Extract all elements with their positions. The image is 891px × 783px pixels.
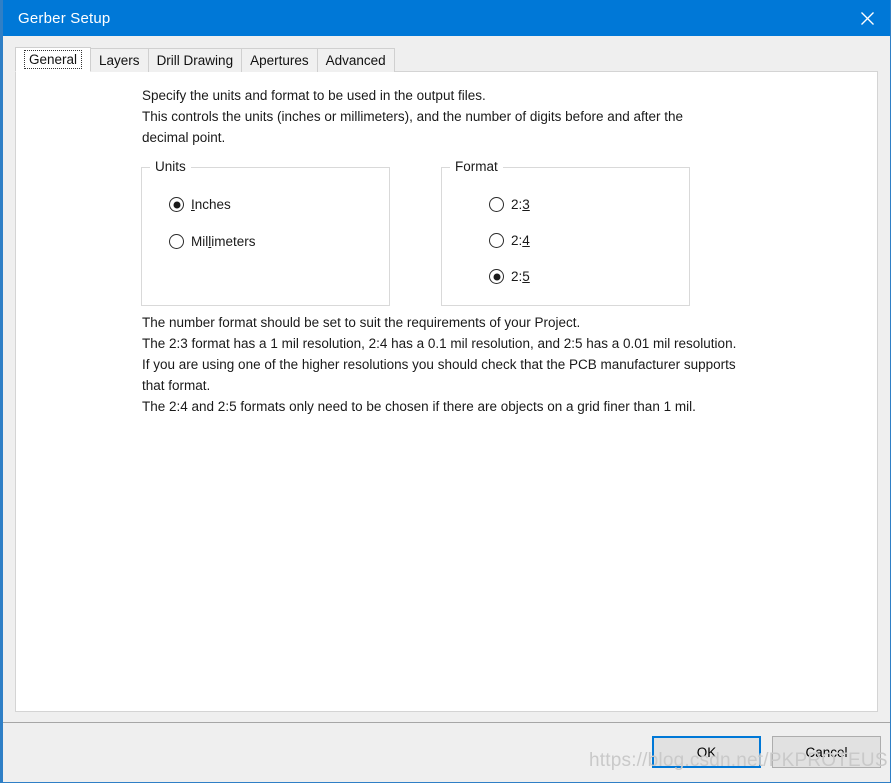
radio-label: Millimeters <box>191 234 256 249</box>
tab-advanced[interactable]: Advanced <box>316 48 395 72</box>
radio-label: Inches <box>191 197 231 212</box>
radio-units-millimeters[interactable]: Millimeters <box>169 234 256 249</box>
tab-drill-drawing[interactable]: Drill Drawing <box>147 48 243 72</box>
tab-label: General <box>24 50 83 69</box>
tab-label: Advanced <box>325 53 386 68</box>
format-groupbox: Format 2:3 2:4 2:5 <box>441 159 690 306</box>
tab-label: Layers <box>99 53 140 68</box>
radio-format-2-5[interactable]: 2:5 <box>489 269 530 284</box>
window-title: Gerber Setup <box>18 9 111 27</box>
radio-format-2-3[interactable]: 2:3 <box>489 197 530 212</box>
radio-label: 2:3 <box>511 197 530 212</box>
radio-indicator <box>489 197 504 212</box>
gerber-setup-dialog: Gerber Setup General Layers Drill Drawing A… <box>0 0 891 783</box>
radio-format-2-4[interactable]: 2:4 <box>489 233 530 248</box>
title-bar: Gerber Setup <box>3 0 890 36</box>
tab-general[interactable]: General <box>15 47 92 72</box>
tab-apertures[interactable]: Apertures <box>241 48 318 72</box>
tab-content-panel: Specify the units and format to be used … <box>15 71 878 712</box>
tab-label: Drill Drawing <box>156 53 234 68</box>
radio-label: 2:5 <box>511 269 530 284</box>
radio-label: 2:4 <box>511 233 530 248</box>
cancel-button[interactable]: Cancel <box>772 736 881 768</box>
units-legend: Units <box>150 159 191 174</box>
tab-bar: General Layers Drill Drawing Apertures Advan… <box>15 47 395 72</box>
description-bottom: The number format should be set to suit … <box>142 315 737 414</box>
format-legend: Format <box>450 159 503 174</box>
close-icon[interactable] <box>844 0 890 36</box>
radio-indicator <box>169 234 184 249</box>
radio-indicator <box>489 233 504 248</box>
units-groupbox: Units Inches Millimeters <box>141 159 390 306</box>
tab-label: Apertures <box>250 53 309 68</box>
radio-indicator <box>489 269 504 284</box>
ok-button[interactable]: OK <box>652 736 761 768</box>
description-top: Specify the units and format to be used … <box>142 88 684 145</box>
radio-units-inches[interactable]: Inches <box>169 197 231 212</box>
tab-layers[interactable]: Layers <box>90 48 149 72</box>
radio-indicator <box>169 197 184 212</box>
dialog-button-bar: OK Cancel <box>3 723 890 782</box>
